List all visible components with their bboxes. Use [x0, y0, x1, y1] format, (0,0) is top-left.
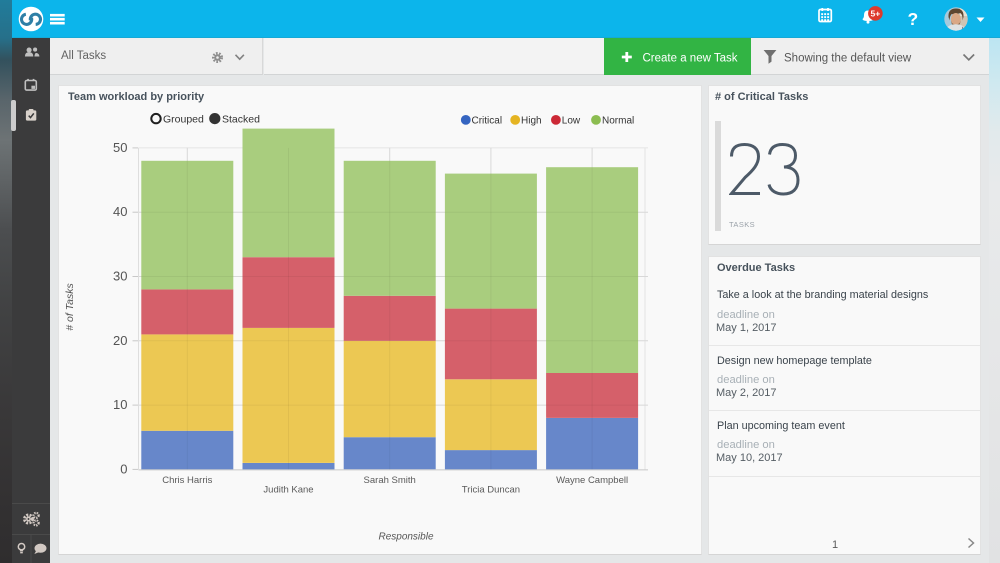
svg-text:30: 30: [113, 269, 127, 284]
svg-text:Create a new Task: Create a new Task: [643, 52, 738, 64]
svg-text:5+: 5+: [871, 8, 881, 18]
svg-text:10: 10: [113, 397, 127, 412]
svg-text:Low: Low: [562, 116, 581, 127]
svg-text:Responsible: Responsible: [378, 532, 433, 543]
svg-text:Critical: Critical: [472, 116, 503, 127]
svg-text:0: 0: [120, 461, 127, 476]
svg-text:Chris Harris: Chris Harris: [162, 475, 212, 486]
svg-text:Normal: Normal: [602, 116, 634, 127]
svg-text:40: 40: [113, 204, 127, 219]
svg-text:50: 50: [113, 140, 127, 155]
svg-text:# of Tasks: # of Tasks: [64, 283, 76, 331]
svg-text:Grouped: Grouped: [163, 114, 204, 126]
svg-text:20: 20: [113, 333, 127, 348]
svg-text:Wayne Campbell: Wayne Campbell: [556, 475, 628, 486]
svg-text:Showing the default view: Showing the default view: [784, 52, 912, 64]
svg-text:?: ?: [907, 9, 918, 29]
svg-text:Judith Kane: Judith Kane: [263, 485, 313, 496]
svg-text:Tricia Duncan: Tricia Duncan: [462, 485, 520, 496]
svg-text:High: High: [521, 116, 542, 127]
svg-text:Stacked: Stacked: [222, 114, 260, 126]
svg-text:Sarah Smith: Sarah Smith: [364, 475, 416, 486]
